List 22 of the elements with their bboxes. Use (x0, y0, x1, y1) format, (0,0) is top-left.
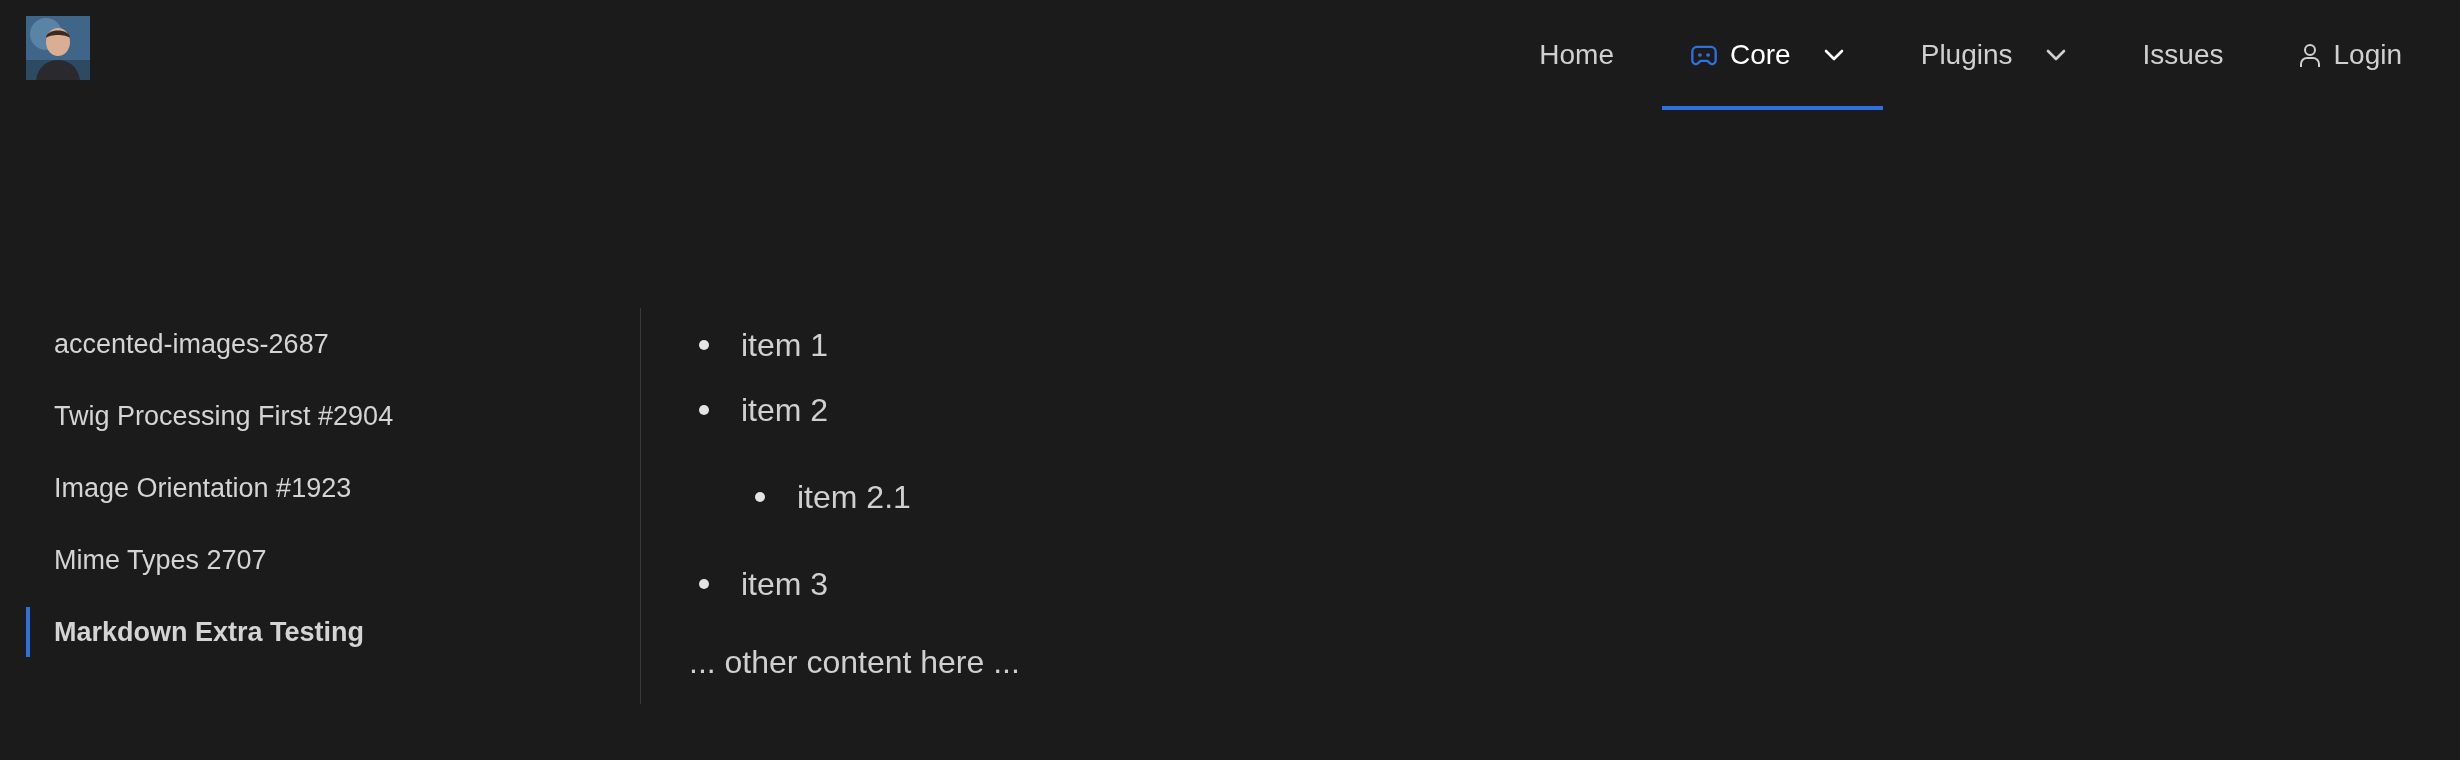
paragraph: ... other content here ... (689, 643, 1020, 682)
sidebar-link[interactable]: Markdown Extra Testing (54, 611, 365, 653)
chevron-down-icon (2044, 48, 2067, 62)
nav-link[interactable]: Plugins (1920, 34, 2067, 76)
bullet-icon (755, 491, 765, 502)
nav-link[interactable]: Home (1539, 34, 1614, 76)
bullet-icon (699, 578, 709, 589)
list-item-text: item 1 (741, 325, 829, 365)
nav-link[interactable]: Core (1690, 34, 1845, 76)
list-item-text: item 3 (741, 564, 829, 604)
sidebar-link[interactable]: accented-images-2687 (54, 323, 329, 365)
list-item-text: item 2 (741, 390, 829, 430)
nav-link[interactable]: Login (2299, 34, 2402, 76)
sidebar-link[interactable]: Twig Processing First #2904 (54, 395, 394, 437)
bullet-icon (699, 339, 709, 350)
sidebar-link[interactable]: Mime Types 2707 (54, 539, 267, 581)
list-item-text: item 2.1 (797, 477, 911, 517)
chevron-down-icon (1822, 48, 1845, 62)
nav-link[interactable]: Issues (2142, 34, 2224, 76)
sidebar-link[interactable]: Image Orientation #1923 (54, 467, 352, 509)
user-icon (2299, 42, 2322, 68)
bullet-icon (699, 404, 709, 415)
